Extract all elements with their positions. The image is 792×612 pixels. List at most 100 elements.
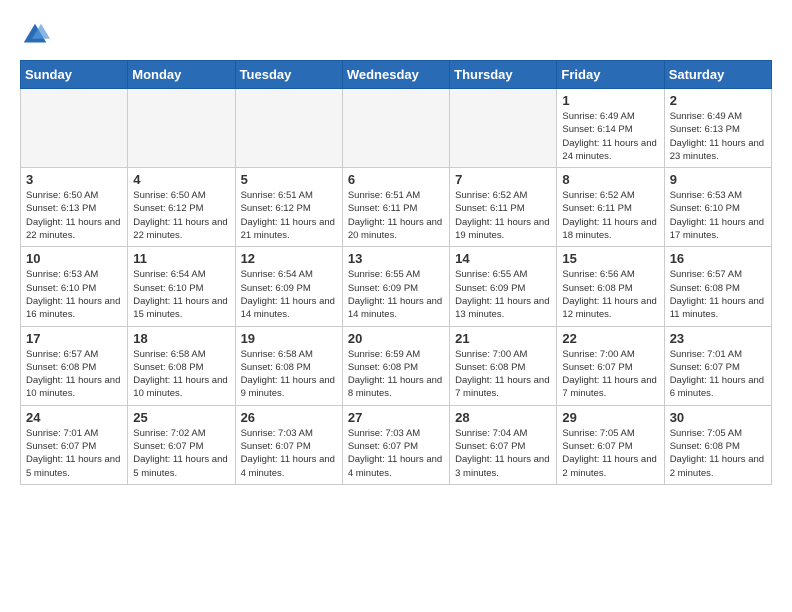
day-info: Sunrise: 6:55 AM Sunset: 6:09 PM Dayligh… — [455, 268, 551, 321]
day-info: Sunrise: 7:04 AM Sunset: 6:07 PM Dayligh… — [455, 427, 551, 480]
day-number: 1 — [562, 93, 658, 108]
day-info: Sunrise: 6:56 AM Sunset: 6:08 PM Dayligh… — [562, 268, 658, 321]
day-header-monday: Monday — [128, 61, 235, 89]
day-number: 24 — [26, 410, 122, 425]
day-info: Sunrise: 6:55 AM Sunset: 6:09 PM Dayligh… — [348, 268, 444, 321]
day-number: 15 — [562, 251, 658, 266]
calendar-cell: 19 Sunrise: 6:58 AM Sunset: 6:08 PM Dayli… — [235, 326, 342, 405]
calendar-cell: 9 Sunrise: 6:53 AM Sunset: 6:10 PM Daylig… — [664, 168, 771, 247]
calendar-cell: 21 Sunrise: 7:00 AM Sunset: 6:08 PM Dayli… — [450, 326, 557, 405]
day-number: 17 — [26, 331, 122, 346]
calendar-cell: 25Sunrise: 7:02 AM Sunset: 6:07 PM Dayli… — [128, 405, 235, 484]
day-info: Sunrise: 6:53 AM Sunset: 6:10 PM Dayligh… — [670, 189, 766, 242]
day-info: Sunrise: 7:05 AM Sunset: 6:07 PM Dayligh… — [562, 427, 658, 480]
day-number: 16 — [670, 251, 766, 266]
day-number: 7 — [455, 172, 551, 187]
day-number: 10 — [26, 251, 122, 266]
day-info: Sunrise: 6:53 AM Sunset: 6:10 PM Dayligh… — [26, 268, 122, 321]
day-info: Sunrise: 6:49 AM Sunset: 6:13 PM Dayligh… — [670, 110, 766, 163]
day-info: Sunrise: 6:52 AM Sunset: 6:11 PM Dayligh… — [562, 189, 658, 242]
day-info: Sunrise: 6:51 AM Sunset: 6:12 PM Dayligh… — [241, 189, 337, 242]
calendar-cell: 22 Sunrise: 7:00 AM Sunset: 6:07 PM Dayli… — [557, 326, 664, 405]
calendar-week-3: 10 Sunrise: 6:53 AM Sunset: 6:10 PM Dayli… — [21, 247, 772, 326]
calendar-cell — [21, 89, 128, 168]
calendar-cell: 28Sunrise: 7:04 AM Sunset: 6:07 PM Dayli… — [450, 405, 557, 484]
calendar-cell: 1 Sunrise: 6:49 AM Sunset: 6:14 PM Daylig… — [557, 89, 664, 168]
calendar-cell — [235, 89, 342, 168]
day-number: 14 — [455, 251, 551, 266]
calendar: SundayMondayTuesdayWednesdayThursdayFrid… — [20, 60, 772, 485]
calendar-cell: 17 Sunrise: 6:57 AM Sunset: 6:08 PM Dayli… — [21, 326, 128, 405]
day-header-saturday: Saturday — [664, 61, 771, 89]
day-info: Sunrise: 6:57 AM Sunset: 6:08 PM Dayligh… — [26, 348, 122, 401]
calendar-header-row: SundayMondayTuesdayWednesdayThursdayFrid… — [21, 61, 772, 89]
calendar-cell: 16 Sunrise: 6:57 AM Sunset: 6:08 PM Dayli… — [664, 247, 771, 326]
day-info: Sunrise: 6:58 AM Sunset: 6:08 PM Dayligh… — [133, 348, 229, 401]
calendar-cell: 8 Sunrise: 6:52 AM Sunset: 6:11 PM Daylig… — [557, 168, 664, 247]
day-number: 8 — [562, 172, 658, 187]
day-number: 3 — [26, 172, 122, 187]
calendar-cell — [450, 89, 557, 168]
day-number: 27 — [348, 410, 444, 425]
calendar-cell: 29 Sunrise: 7:05 AM Sunset: 6:07 PM Dayli… — [557, 405, 664, 484]
day-number: 11 — [133, 251, 229, 266]
day-header-friday: Friday — [557, 61, 664, 89]
day-info: Sunrise: 7:03 AM Sunset: 6:07 PM Dayligh… — [348, 427, 444, 480]
calendar-cell: 6Sunrise: 6:51 AM Sunset: 6:11 PM Daylig… — [342, 168, 449, 247]
calendar-body: 1 Sunrise: 6:49 AM Sunset: 6:14 PM Daylig… — [21, 89, 772, 485]
calendar-cell: 18 Sunrise: 6:58 AM Sunset: 6:08 PM Dayli… — [128, 326, 235, 405]
calendar-cell: 2Sunrise: 6:49 AM Sunset: 6:13 PM Daylig… — [664, 89, 771, 168]
calendar-cell: 14 Sunrise: 6:55 AM Sunset: 6:09 PM Dayli… — [450, 247, 557, 326]
calendar-week-5: 24 Sunrise: 7:01 AM Sunset: 6:07 PM Dayli… — [21, 405, 772, 484]
day-info: Sunrise: 6:50 AM Sunset: 6:12 PM Dayligh… — [133, 189, 229, 242]
day-info: Sunrise: 6:50 AM Sunset: 6:13 PM Dayligh… — [26, 189, 122, 242]
calendar-cell: 7 Sunrise: 6:52 AM Sunset: 6:11 PM Daylig… — [450, 168, 557, 247]
calendar-cell — [342, 89, 449, 168]
day-header-sunday: Sunday — [21, 61, 128, 89]
day-header-tuesday: Tuesday — [235, 61, 342, 89]
day-number: 19 — [241, 331, 337, 346]
day-number: 22 — [562, 331, 658, 346]
day-info: Sunrise: 6:52 AM Sunset: 6:11 PM Dayligh… — [455, 189, 551, 242]
day-info: Sunrise: 6:57 AM Sunset: 6:08 PM Dayligh… — [670, 268, 766, 321]
day-info: Sunrise: 7:00 AM Sunset: 6:08 PM Dayligh… — [455, 348, 551, 401]
calendar-cell: 13 Sunrise: 6:55 AM Sunset: 6:09 PM Dayli… — [342, 247, 449, 326]
day-info: Sunrise: 7:01 AM Sunset: 6:07 PM Dayligh… — [26, 427, 122, 480]
calendar-cell: 15 Sunrise: 6:56 AM Sunset: 6:08 PM Dayli… — [557, 247, 664, 326]
calendar-cell: 4 Sunrise: 6:50 AM Sunset: 6:12 PM Daylig… — [128, 168, 235, 247]
calendar-cell — [128, 89, 235, 168]
calendar-cell: 10 Sunrise: 6:53 AM Sunset: 6:10 PM Dayli… — [21, 247, 128, 326]
day-info: Sunrise: 6:51 AM Sunset: 6:11 PM Dayligh… — [348, 189, 444, 242]
calendar-week-4: 17 Sunrise: 6:57 AM Sunset: 6:08 PM Dayli… — [21, 326, 772, 405]
calendar-cell: 11Sunrise: 6:54 AM Sunset: 6:10 PM Dayli… — [128, 247, 235, 326]
day-header-thursday: Thursday — [450, 61, 557, 89]
day-info: Sunrise: 6:54 AM Sunset: 6:09 PM Dayligh… — [241, 268, 337, 321]
calendar-cell: 3 Sunrise: 6:50 AM Sunset: 6:13 PM Daylig… — [21, 168, 128, 247]
calendar-week-1: 1 Sunrise: 6:49 AM Sunset: 6:14 PM Daylig… — [21, 89, 772, 168]
day-info: Sunrise: 7:00 AM Sunset: 6:07 PM Dayligh… — [562, 348, 658, 401]
day-number: 4 — [133, 172, 229, 187]
calendar-cell: 27 Sunrise: 7:03 AM Sunset: 6:07 PM Dayli… — [342, 405, 449, 484]
logo — [20, 20, 54, 50]
day-number: 18 — [133, 331, 229, 346]
day-number: 26 — [241, 410, 337, 425]
day-number: 5 — [241, 172, 337, 187]
day-header-wednesday: Wednesday — [342, 61, 449, 89]
logo-icon — [20, 20, 50, 50]
calendar-cell: 30Sunrise: 7:05 AM Sunset: 6:08 PM Dayli… — [664, 405, 771, 484]
day-number: 13 — [348, 251, 444, 266]
day-info: Sunrise: 7:02 AM Sunset: 6:07 PM Dayligh… — [133, 427, 229, 480]
calendar-cell: 20Sunrise: 6:59 AM Sunset: 6:08 PM Dayli… — [342, 326, 449, 405]
day-number: 21 — [455, 331, 551, 346]
calendar-week-2: 3 Sunrise: 6:50 AM Sunset: 6:13 PM Daylig… — [21, 168, 772, 247]
day-number: 9 — [670, 172, 766, 187]
calendar-cell: 26Sunrise: 7:03 AM Sunset: 6:07 PM Dayli… — [235, 405, 342, 484]
day-info: Sunrise: 7:01 AM Sunset: 6:07 PM Dayligh… — [670, 348, 766, 401]
day-number: 29 — [562, 410, 658, 425]
calendar-cell: 23 Sunrise: 7:01 AM Sunset: 6:07 PM Dayli… — [664, 326, 771, 405]
day-number: 30 — [670, 410, 766, 425]
day-info: Sunrise: 6:58 AM Sunset: 6:08 PM Dayligh… — [241, 348, 337, 401]
day-info: Sunrise: 6:49 AM Sunset: 6:14 PM Dayligh… — [562, 110, 658, 163]
calendar-cell: 12Sunrise: 6:54 AM Sunset: 6:09 PM Dayli… — [235, 247, 342, 326]
day-number: 23 — [670, 331, 766, 346]
